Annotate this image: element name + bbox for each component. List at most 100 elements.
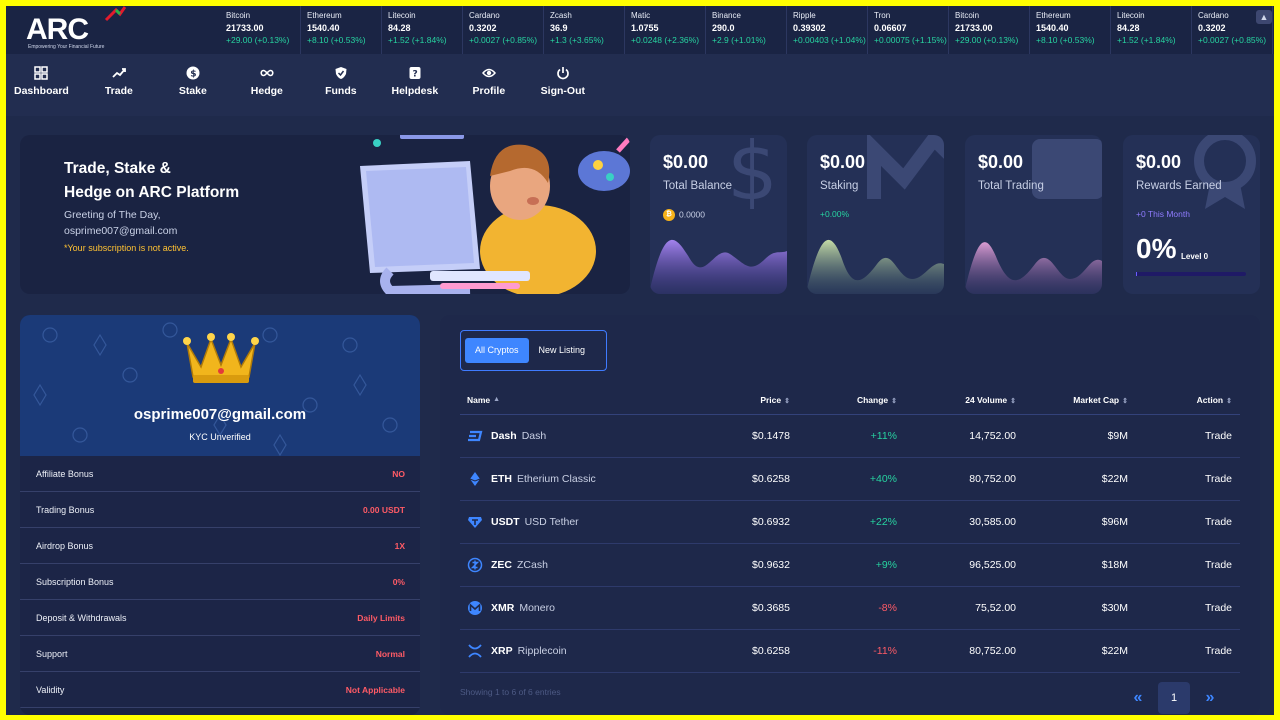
coin-market-cap: $30M — [1101, 602, 1128, 614]
ticker-name: Ripple — [793, 11, 816, 20]
nav-funds[interactable]: Funds — [317, 54, 365, 116]
logo-mark-icon — [104, 6, 126, 22]
market-panel: All Cryptos New Listing Name ▲ Price ⇕ Cha… — [440, 315, 1260, 715]
nav-hedge[interactable]: Hedge — [243, 54, 291, 116]
bonus-row: Support Normal — [20, 636, 420, 672]
trade-link[interactable]: Trade — [1128, 602, 1234, 614]
coin-symbol: XRP — [491, 645, 513, 657]
page-number[interactable]: 1 — [1158, 682, 1190, 714]
ticker-change: +0.0027 (+0.85%) — [1198, 35, 1267, 45]
grid-icon — [34, 66, 49, 80]
total-trading-label: Total Trading — [978, 180, 1044, 192]
rewards-card: $0.00 Rewards Earned +0 This Month 0% Le… — [1123, 135, 1260, 294]
nav-sign-out[interactable]: Sign-Out — [539, 54, 587, 116]
ticker-change: +2.9 (+1.01%) — [712, 35, 766, 45]
ticker-item: Zcash 36.9 +1.3 (+3.65%) — [544, 6, 625, 54]
welcome-banner: Trade, Stake & Hedge on ARC Platform Gre… — [20, 135, 630, 294]
coin-price: $0.1478 — [752, 430, 790, 442]
col-action-header[interactable]: Action ⇕ — [1128, 395, 1234, 405]
col-change-header[interactable]: Change ⇕ — [790, 395, 897, 405]
staking-card: $0.00 Staking +0.00% — [807, 135, 944, 294]
chart-watermark-icon — [867, 135, 944, 199]
table-row[interactable]: ZEC ZCash $0.9632 +9% 96,525.00 $18M Trade — [460, 544, 1240, 587]
welcome-title: Trade, Stake & Hedge on ARC Platform — [64, 157, 304, 205]
nav-dashboard[interactable]: Dashboard — [14, 54, 69, 116]
col-cap-header[interactable]: Market Cap ⇕ — [1016, 395, 1128, 405]
ticker-price: 84.28 — [388, 23, 411, 33]
logo[interactable]: ARC Empowering Your Financial Future — [6, 6, 220, 54]
coin-price: $0.6932 — [752, 516, 790, 528]
trade-link[interactable]: Trade — [1128, 430, 1234, 442]
ticker-item: Cardano 0.3202 +0.0027 (+0.85%) — [463, 6, 544, 54]
dollar-watermark-icon: $ — [727, 135, 778, 209]
next-page-icon[interactable]: » — [1190, 689, 1230, 707]
ripple-icon — [468, 644, 482, 658]
logo-text: ARC — [26, 13, 89, 46]
welcome-greeting: Greeting of The Day, — [64, 209, 161, 221]
ticker-change: +8.10 (+0.53%) — [1036, 35, 1095, 45]
bonus-label: Airdrop Bonus — [36, 540, 94, 551]
rewards-value: $0.00 — [1136, 152, 1182, 172]
coin-market-cap: $9M — [1107, 430, 1128, 442]
infinity-icon — [260, 69, 274, 77]
market-table: Name ▲ Price ⇕ Change ⇕ 24 Volume ⇕ Market C… — [460, 385, 1240, 673]
table-row[interactable]: Dash Dash $0.1478 +11% 14,752.00 $9M Trade — [460, 415, 1240, 458]
main-nav: Dashboard Trade $ Stake Hedge Funds ? Helpdesk P… — [6, 54, 1274, 116]
trade-link[interactable]: Trade — [1128, 559, 1234, 571]
ticker-change: +8.10 (+0.53%) — [307, 35, 366, 45]
total-trading-card: $0.00 Total Trading — [965, 135, 1102, 294]
ticker-item: Binance 290.0 +2.9 (+1.01%) — [706, 6, 787, 54]
col-volume-header[interactable]: 24 Volume ⇕ — [897, 395, 1016, 405]
nav-label: Dashboard — [14, 85, 69, 97]
bonus-label: Deposit & Withdrawals — [36, 612, 127, 623]
total-trading-value: $0.00 — [978, 152, 1024, 172]
rewards-level: Level 0 — [1181, 252, 1209, 261]
col-change-label: Change — [856, 394, 889, 405]
profile-card: osprime007@gmail.com KYC Unverified Affi… — [20, 315, 420, 715]
col-action-label: Action — [1196, 394, 1224, 405]
svg-text:?: ? — [412, 70, 417, 80]
ticker-price: 290.0 — [712, 23, 735, 33]
ticker-item: Ethereum 1540.40 +8.10 (+0.53%) — [1030, 6, 1111, 54]
table-row[interactable]: XRP Ripplecoin $0.6258 -11% 80,752.00 $22M Tra… — [460, 630, 1240, 673]
coin-name-cell: XMR Monero — [460, 600, 710, 616]
rewards-progress-bar — [1136, 272, 1246, 276]
coin-price: $0.6258 — [752, 645, 790, 657]
ticker-item: Ethereum 1540.40 +8.10 (+0.53%) — [301, 6, 382, 54]
bonus-label: Support — [36, 648, 68, 659]
coin-full-name: Monero — [519, 602, 555, 614]
trade-link[interactable]: Trade — [1128, 516, 1234, 528]
nav-trade[interactable]: Trade — [95, 54, 143, 116]
trade-link[interactable]: Trade — [1128, 473, 1234, 485]
prev-page-icon[interactable]: « — [1118, 689, 1158, 707]
col-price-header[interactable]: Price ⇕ — [710, 395, 790, 405]
table-row[interactable]: XMR Monero $0.3685 -8% 75,52.00 $30M Trade — [460, 587, 1240, 630]
ticker-change: +29.00 (+0.13%) — [226, 35, 290, 45]
kyc-status: KYC Unverified — [189, 432, 251, 442]
ticker-price: 84.28 — [1117, 23, 1140, 33]
tab-new-listing[interactable]: New Listing — [529, 338, 596, 363]
coin-full-name: Dash — [521, 430, 547, 442]
trade-link[interactable]: Trade — [1128, 645, 1234, 657]
dash-icon — [468, 430, 483, 442]
coin-symbol: Dash — [491, 430, 517, 442]
bonus-row: Deposit & Withdrawals Daily Limits — [20, 600, 420, 636]
dollar-coin-icon: $ — [186, 66, 200, 80]
coin-volume: 96,525.00 — [969, 559, 1016, 571]
coin-price: $0.9632 — [752, 559, 790, 571]
bonus-list: Affiliate Bonus NO Trading Bonus 0.00 USDT A… — [20, 456, 420, 708]
table-row[interactable]: USDT USD Tether $0.6932 +22% 30,585.00 $96M Tr… — [460, 501, 1240, 544]
table-row[interactable]: ETH Etherium Classic $0.6258 +40% 80,752.00 $… — [460, 458, 1240, 501]
nav-profile[interactable]: Profile — [465, 54, 513, 116]
col-name-header[interactable]: Name ▲ — [460, 395, 710, 405]
staking-change: +0.00% — [820, 209, 850, 219]
bonus-row: Affiliate Bonus NO — [20, 456, 420, 492]
nav-helpdesk[interactable]: ? Helpdesk — [391, 54, 439, 116]
tab-all-cryptos[interactable]: All Cryptos — [465, 338, 529, 363]
rewards-month: +0 This Month — [1136, 209, 1190, 219]
scroll-up-button[interactable]: ▲ — [1256, 10, 1272, 24]
nav-stake[interactable]: $ Stake — [169, 54, 217, 116]
nav-label: Funds — [325, 85, 357, 97]
ticker-name: Ethereum — [1036, 11, 1071, 20]
coin-volume: 30,585.00 — [969, 516, 1016, 528]
